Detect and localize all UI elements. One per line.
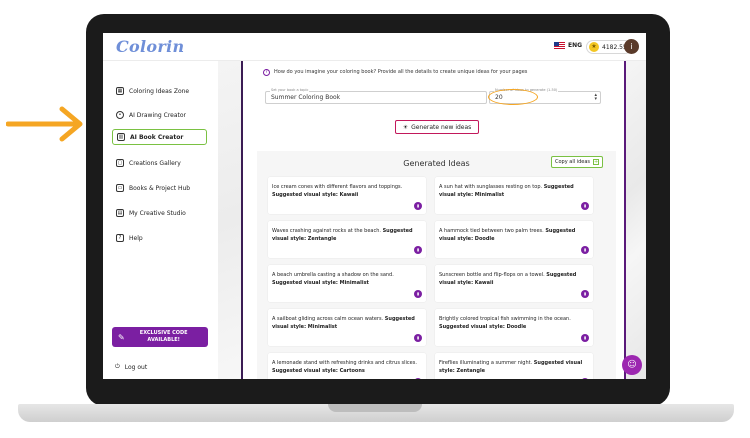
lock-icon[interactable]: ▮ [414,378,422,379]
chat-bubble-icon[interactable]: ☺ [622,355,642,375]
book-icon: ▥ [117,133,125,141]
lock-icon[interactable]: ▮ [581,334,589,342]
lock-icon[interactable]: ▮ [581,378,589,379]
sidebar-item-label: My Creative Studio [129,209,186,217]
sidebar-item-gallery[interactable]: ▢ Creations Gallery [112,155,207,171]
pointer-arrow-icon [6,106,83,142]
power-icon: ⏻ [115,363,120,370]
ideas-panel: Generated Ideas Copy all ideas + Ice cre… [257,151,616,379]
idea-card[interactable]: Fireflies illuminating a summer night. S… [435,353,593,379]
generate-label: Generate new ideas [411,123,472,131]
theme-input[interactable]: Set your book a topic Summer Coloring Bo… [265,88,487,104]
idea-card[interactable]: Waves crashing against rocks at the beac… [268,221,426,258]
idea-card[interactable]: Ice cream cones with different flavors a… [268,177,426,214]
idea-card[interactable]: Brightly colored tropical fish swimming … [435,309,593,346]
laptop-notch [328,404,422,412]
sidebar: ▦ Coloring Ideas Zone • AI Drawing Creat… [103,61,218,379]
logout-label: Log out [124,363,148,371]
lock-icon[interactable]: ▮ [581,202,589,210]
grid-icon: ▦ [116,87,124,95]
background-texture [218,61,241,379]
idea-text: Fireflies illuminating a summer night. S… [439,360,583,374]
lock-icon[interactable]: ▮ [581,290,589,298]
gallery-icon: ▢ [116,159,124,167]
logout-button[interactable]: ⏻ Log out [115,363,147,371]
coin-icon: ★ [589,42,599,52]
theme-label: Set your book a topic [270,88,310,93]
app-logo[interactable]: Colorin [116,37,184,56]
sidebar-item-ai-book[interactable]: ▥ AI Book Creator [112,129,207,145]
highlight-ring [488,89,538,105]
idea-card[interactable]: A hammock tied between two palm trees. S… [435,221,593,258]
idea-text: Ice cream cones with different flavors a… [272,184,403,198]
idea-text: A sailboat gliding across calm ocean wat… [272,316,415,330]
lock-icon[interactable]: ▮ [414,246,422,254]
generate-ideas-button[interactable]: ☀ Generate new ideas [395,120,479,134]
theme-value: Summer Coloring Book [271,94,341,101]
folder-icon: ▭ [116,184,124,192]
sidebar-item-help[interactable]: ? Help [112,230,207,246]
stepper-icon[interactable]: ▴ ▾ [594,93,597,102]
idea-card[interactable]: A beach umbrella casting a shadow on the… [268,265,426,302]
sidebar-item-label: AI Book Creator [130,133,184,141]
sidebar-item-projects[interactable]: ▭ Books & Project Hub [112,180,207,196]
studio-icon: ▤ [116,209,124,217]
lightbulb-icon: ☀ [402,123,409,131]
sidebar-item-ai-drawing[interactable]: • AI Drawing Creator [112,107,207,123]
lock-icon[interactable]: ▮ [414,334,422,342]
info-icon: ? [263,69,270,76]
lock-icon[interactable]: ▮ [581,246,589,254]
idea-text: A hammock tied between two palm trees. S… [439,228,576,242]
language-selector[interactable]: ENG [554,42,582,49]
sidebar-item-studio[interactable]: ▤ My Creative Studio [112,205,207,221]
language-label: ENG [568,42,583,49]
avatar[interactable]: i [624,39,639,54]
sidebar-item-label: AI Drawing Creator [129,111,187,119]
idea-text: A lemonade stand with refreshing drinks … [272,360,417,374]
copy-all-button[interactable]: Copy all ideas + [551,156,603,168]
copy-label: Copy all ideas [554,159,590,165]
help-icon: ? [116,234,124,242]
idea-text: Brightly colored tropical fish swimming … [439,316,571,330]
us-flag-icon [554,42,565,49]
main-content: ? How do you imagine your coloring book?… [241,61,624,379]
question-text: How do you imagine your coloring book? P… [274,69,528,75]
exclusive-code-button[interactable]: ✎ EXCLUSIVE CODE AVAILABLE! [112,327,208,347]
form-question: ? How do you imagine your coloring book?… [263,69,593,76]
idea-card[interactable]: Sunscreen bottle and flip-flops on a tow… [435,265,593,302]
idea-text: Waves crashing against rocks at the beac… [272,228,413,242]
lock-icon[interactable]: ▮ [414,290,422,298]
sidebar-item-label: Coloring Ideas Zone [129,87,190,95]
idea-text: A beach umbrella casting a shadow on the… [272,272,394,286]
idea-card[interactable]: A sun hat with sunglasses resting on top… [435,177,593,214]
idea-card[interactable]: A sailboat gliding across calm ocean wat… [268,309,426,346]
sidebar-item-coloring-ideas[interactable]: ▦ Coloring Ideas Zone [112,83,207,99]
right-edge [624,61,646,379]
sidebar-item-label: Help [129,234,143,242]
lock-icon[interactable]: ▮ [414,202,422,210]
gift-icon: ✎ [118,332,125,342]
sidebar-item-label: Creations Gallery [129,159,181,167]
copy-icon: + [593,159,599,165]
idea-text: Sunscreen bottle and flip-flops on a tow… [439,272,577,286]
palette-icon: • [116,111,124,119]
app-screen: Colorin ENG ★ 4182.55 i ▦ Coloring Ideas… [103,33,646,379]
top-bar: Colorin ENG ★ 4182.55 i [103,33,646,61]
sidebar-item-label: Books & Project Hub [129,184,191,192]
promo-label: EXCLUSIVE CODE AVAILABLE! [139,330,188,343]
idea-card[interactable]: A lemonade stand with refreshing drinks … [268,353,426,379]
idea-text: A sun hat with sunglasses resting on top… [439,184,574,198]
